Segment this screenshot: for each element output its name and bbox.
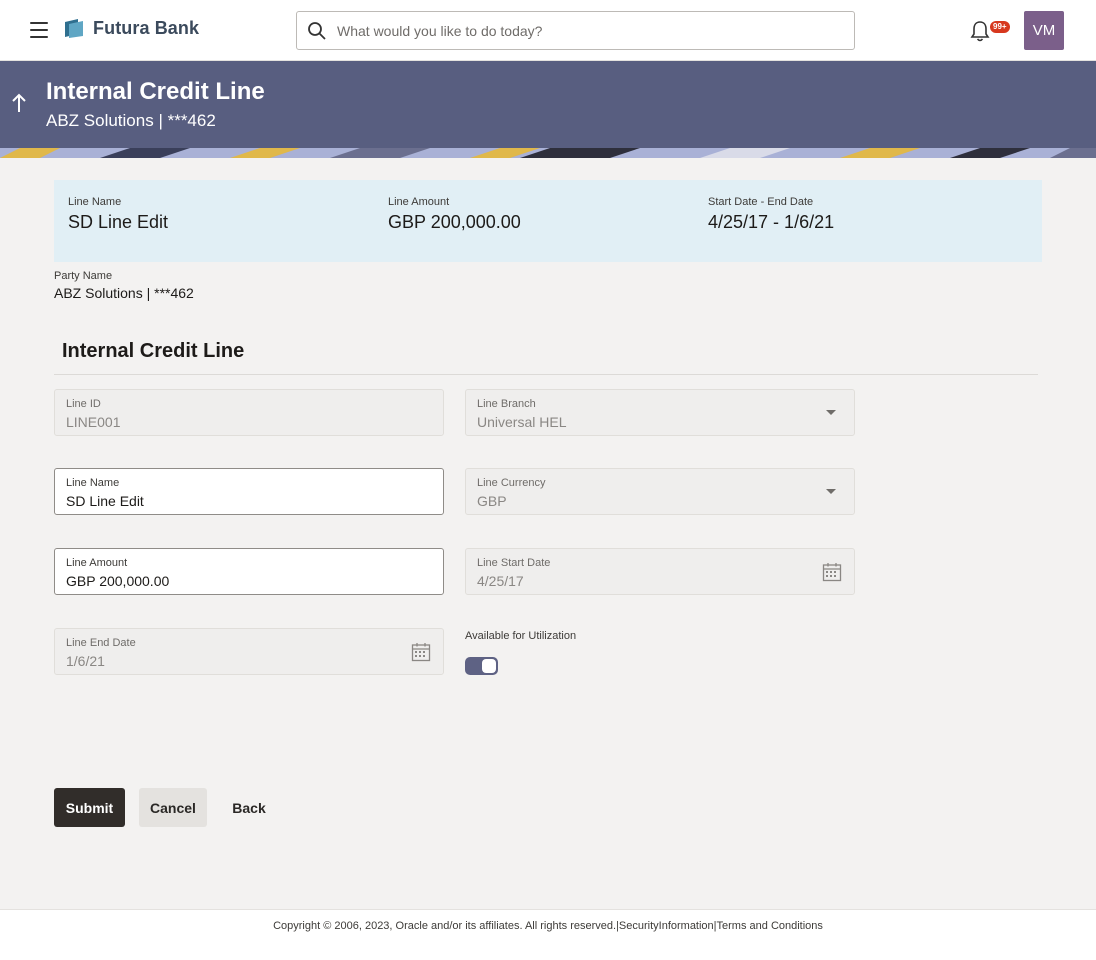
summary-line-name-value: SD Line Edit bbox=[68, 212, 169, 232]
page-banner: Internal Credit Line ABZ Solutions | ***… bbox=[0, 61, 1096, 158]
available-for-utilization-toggle[interactable] bbox=[465, 657, 498, 675]
submit-button[interactable]: Submit bbox=[54, 788, 125, 827]
summary-card: Line Name SD Line Edit Line Amount GBP 2… bbox=[54, 180, 1042, 262]
bank-logo-icon bbox=[65, 19, 83, 38]
line-start-date-field: Line Start Date 4/25/17 bbox=[465, 548, 855, 595]
search-icon bbox=[308, 21, 326, 40]
line-branch-value: Universal HEL bbox=[477, 414, 567, 430]
brand-name: Futura Bank bbox=[93, 18, 200, 38]
banner-pattern-decoration bbox=[0, 148, 1096, 158]
summary-dates-label: Start Date - End Date bbox=[708, 196, 814, 208]
line-id-value: LINE001 bbox=[66, 414, 121, 430]
section-divider bbox=[54, 374, 1038, 375]
line-currency-value: GBP bbox=[477, 493, 507, 509]
footer: Copyright © 2006, 2023, Oracle and/or it… bbox=[0, 909, 1096, 960]
cancel-button[interactable]: Cancel bbox=[139, 788, 207, 827]
line-amount-label: Line Amount bbox=[66, 557, 128, 569]
summary-line-name-label: Line Name bbox=[68, 196, 122, 208]
line-name-label: Line Name bbox=[66, 477, 120, 489]
hamburger-menu-icon[interactable] bbox=[30, 22, 48, 38]
line-end-date-value: 1/6/21 bbox=[66, 653, 105, 669]
brand-logo[interactable]: Futura Bank bbox=[64, 18, 199, 39]
line-amount-field[interactable]: Line Amount GBP 200,000.00 bbox=[54, 548, 444, 595]
calendar-icon bbox=[411, 643, 431, 662]
section-title: Internal Credit Line bbox=[62, 340, 245, 362]
calendar-icon bbox=[822, 563, 842, 582]
terms-and-conditions-link[interactable]: Terms and Conditions bbox=[717, 920, 823, 932]
summary-line-amount-value: GBP 200,000.00 bbox=[388, 212, 521, 232]
chevron-down-icon bbox=[826, 489, 836, 494]
line-name-field[interactable]: Line Name SD Line Edit bbox=[54, 468, 444, 515]
line-id-field: Line ID LINE001 bbox=[54, 389, 444, 436]
security-information-link[interactable]: SecurityInformation bbox=[619, 920, 714, 932]
line-amount-input[interactable]: GBP 200,000.00 bbox=[66, 572, 432, 590]
copyright-text: Copyright © 2006, 2023, Oracle and/or it… bbox=[273, 920, 619, 932]
party-name-value: ABZ Solutions | ***462 bbox=[54, 285, 194, 301]
search-input[interactable] bbox=[337, 22, 817, 39]
back-button[interactable]: Back bbox=[221, 788, 277, 827]
bell-icon[interactable] bbox=[970, 20, 990, 42]
summary-line-amount-label: Line Amount bbox=[388, 196, 450, 208]
page-subtitle: ABZ Solutions | ***462 bbox=[46, 111, 216, 130]
chevron-down-icon bbox=[826, 410, 836, 415]
arrow-up-icon[interactable] bbox=[10, 92, 28, 114]
line-branch-select: Line Branch Universal HEL bbox=[465, 389, 855, 436]
search-bar[interactable] bbox=[296, 11, 855, 50]
line-currency-select: Line Currency GBP bbox=[465, 468, 855, 515]
line-end-date-label: Line End Date bbox=[66, 637, 136, 649]
party-name-label: Party Name bbox=[54, 270, 113, 282]
line-start-date-label: Line Start Date bbox=[477, 557, 551, 569]
toggle-knob bbox=[482, 659, 496, 673]
page-title: Internal Credit Line bbox=[46, 78, 265, 105]
summary-line-amount: Line Amount GBP 200,000.00 bbox=[388, 196, 521, 233]
line-end-date-field: Line End Date 1/6/21 bbox=[54, 628, 444, 675]
notification-badge: 99+ bbox=[990, 21, 1010, 33]
user-avatar[interactable]: VM bbox=[1024, 11, 1064, 50]
line-name-input[interactable]: SD Line Edit bbox=[66, 492, 432, 510]
available-for-utilization-label: Available for Utilization bbox=[465, 630, 577, 642]
top-bar: Futura Bank 99+ VM bbox=[0, 0, 1096, 61]
line-currency-label: Line Currency bbox=[477, 477, 546, 489]
line-id-label: Line ID bbox=[66, 398, 101, 410]
line-branch-label: Line Branch bbox=[477, 398, 536, 410]
summary-dates: Start Date - End Date 4/25/17 - 1/6/21 bbox=[708, 196, 834, 233]
line-start-date-value: 4/25/17 bbox=[477, 573, 524, 589]
summary-dates-value: 4/25/17 - 1/6/21 bbox=[708, 212, 835, 232]
summary-line-name: Line Name SD Line Edit bbox=[68, 196, 168, 233]
